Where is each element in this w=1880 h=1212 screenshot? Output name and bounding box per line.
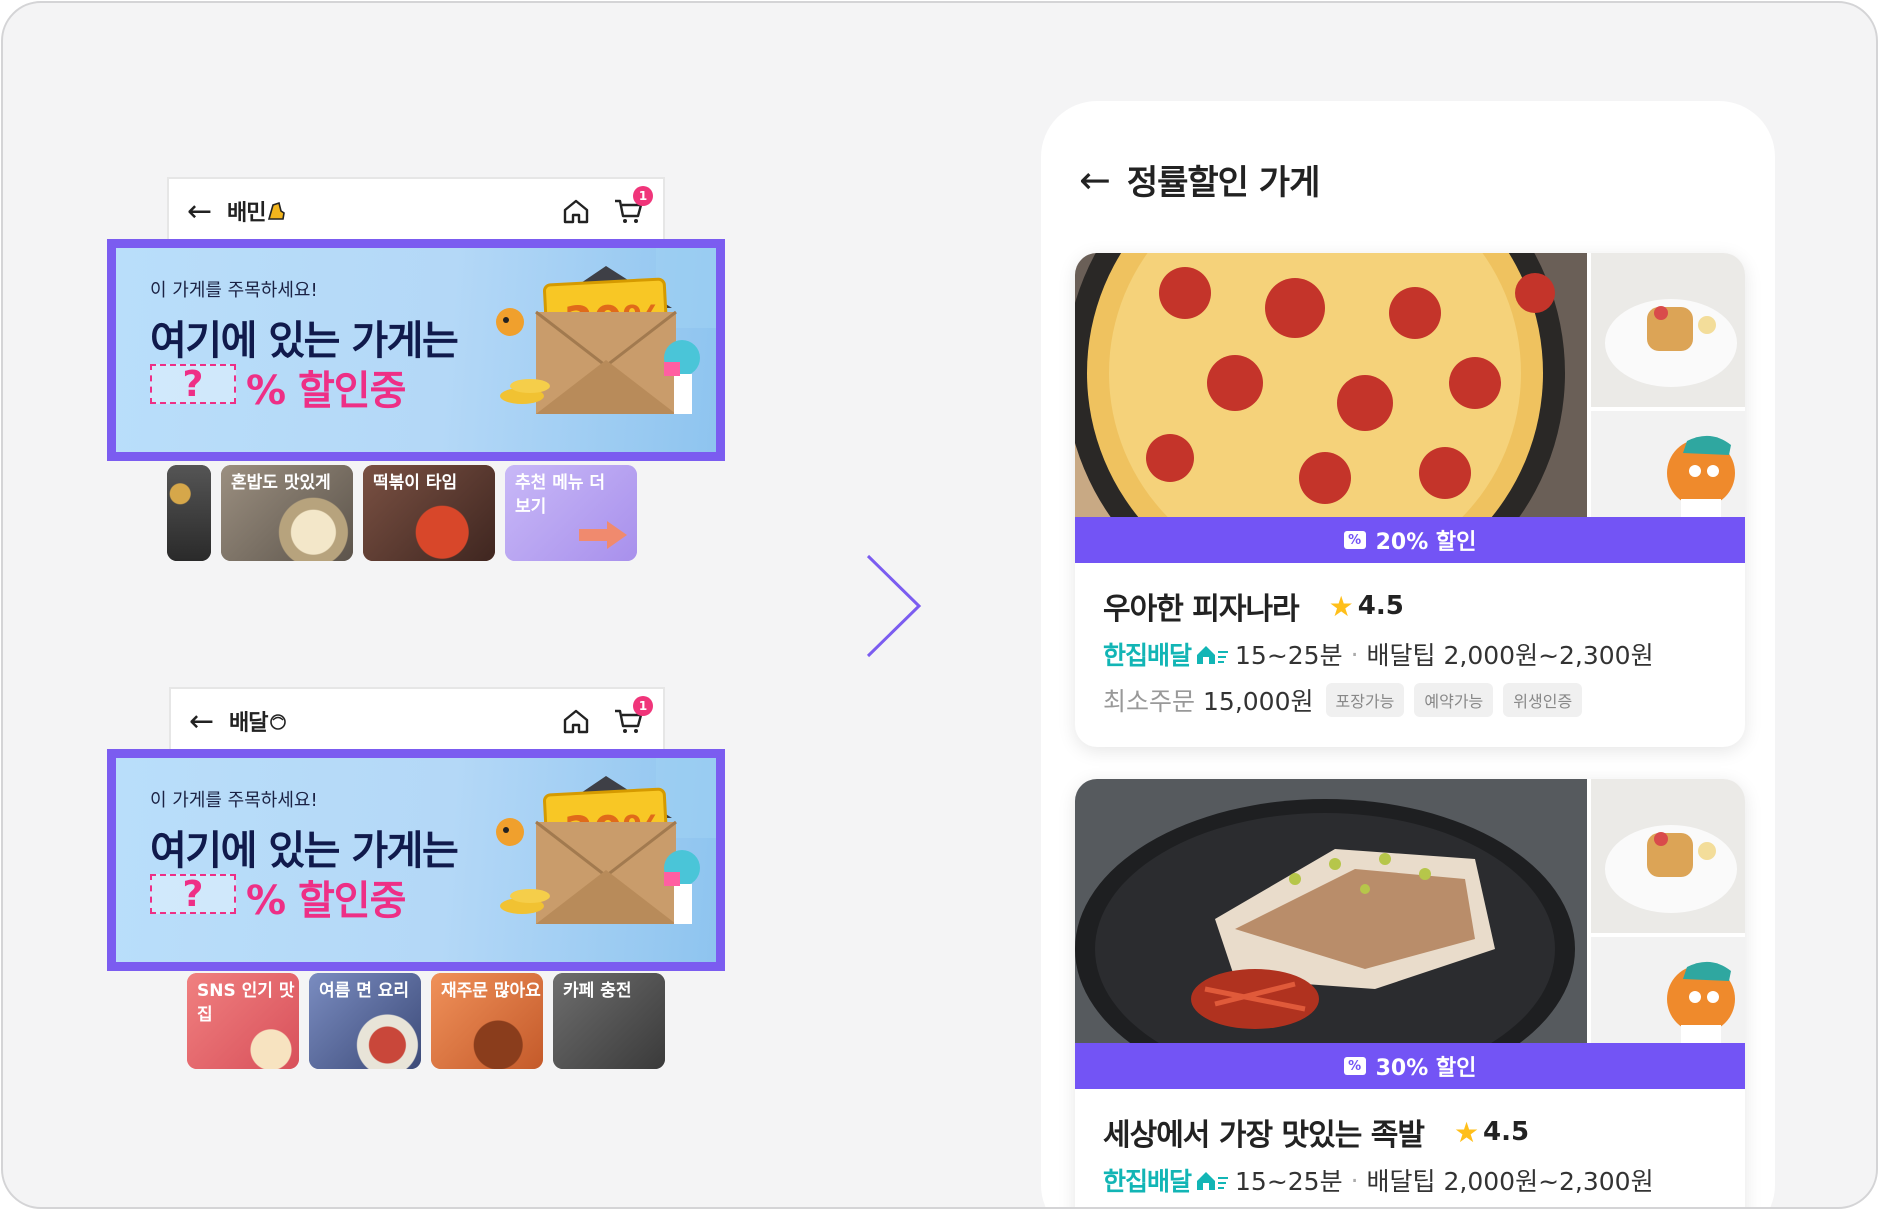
star-icon: ★ [1453, 1115, 1480, 1149]
banner-kicker: 이 가게를 주목하세요! [150, 280, 318, 301]
store-name: 우아한 피자나라 [1103, 592, 1300, 627]
banner-percent-text: % 할인중 [246, 878, 406, 924]
delivery-tip: 배달팁 2,000원~2,300원 [1366, 641, 1654, 670]
chevron-right-icon [866, 554, 922, 658]
house-speed-icon [1197, 646, 1229, 664]
banner-percent-text: % 할인중 [246, 368, 406, 414]
helmet-icon [268, 201, 286, 220]
category-chip[interactable]: 여름 면 요리 [309, 973, 421, 1069]
back-arrow-icon[interactable]: ← [1079, 158, 1111, 202]
mini-header-2: ← 배달 1 [169, 687, 665, 753]
home-icon[interactable] [561, 196, 591, 226]
store-card[interactable]: 20% 할인 우아한 피자나라 ★ 4.5 한집배달 15~25분 · 배달팁 … [1075, 253, 1745, 747]
banner-kicker: 이 가게를 주목하세요! [150, 790, 318, 811]
page-header: ← 정률할인 가게 [1079, 155, 1321, 204]
store-photos [1075, 779, 1745, 1043]
category-chip[interactable] [167, 465, 211, 561]
mini-header-1: ← 배민 1 [167, 177, 665, 243]
tag-pill: 위생인증 [1503, 683, 1583, 717]
mascot-photo [1591, 411, 1745, 517]
delivery-tip: 배달팁 2,000원~2,300원 [1366, 1167, 1654, 1196]
separator: · [1350, 1165, 1359, 1195]
min-order-value: 15,000원 [1203, 687, 1314, 716]
cart-badge: 1 [633, 696, 653, 716]
store-info: 세상에서 가장 맛있는 족발 ★ 4.5 한집배달 15~25분 · 배달팁 2… [1075, 1089, 1745, 1203]
mascot-photo [1591, 937, 1745, 1043]
pizza-photo [1075, 253, 1587, 517]
phone-screen: ← 정률할인 가게 % 20% 할인 우아한 피자나라 ★ 4.5 한집배달 1… [1041, 101, 1775, 1207]
tag-pill: 포장가능 [1325, 683, 1405, 717]
category-chip[interactable]: 혼밥도 맛있게 [221, 465, 353, 561]
delivery-time: 15~25분 [1235, 641, 1343, 670]
delivery-type: 한집배달 [1103, 1167, 1192, 1196]
arrow-right-icon [579, 521, 627, 549]
house-speed-icon [1197, 1172, 1229, 1190]
envelope-coupon-illustration: 20% [496, 758, 716, 924]
star-icon: ★ [1328, 589, 1354, 623]
discount-text: 20% 할인 [1375, 530, 1477, 555]
cart-button[interactable]: 1 [613, 186, 653, 226]
discount-text: 30% 할인 [1375, 1056, 1477, 1081]
category-chip[interactable]: 카페 충전 [553, 973, 665, 1069]
question-box: ? [150, 874, 236, 915]
envelope-coupon-illustration: 20% [496, 248, 716, 414]
promo-banner-1[interactable]: 이 가게를 주목하세요! 여기에 있는 가게는 ? % 할인중 20% [107, 239, 725, 461]
canvas: ← 배민 1 이 가게를 주목하세요! 여기에 있는 가게는 ? % 할인중 2… [1, 1, 1878, 1209]
page-title: 정률할인 가게 [1126, 163, 1321, 203]
brand-logo: 배달 [229, 711, 268, 736]
discount-bar: 30% 할인 [1075, 1043, 1745, 1089]
store-info: 우아한 피자나라 ★ 4.5 한집배달 15~25분 · 배달팁 2,000원~… [1075, 563, 1745, 723]
tag-pill: 예약가능 [1414, 683, 1494, 717]
category-chip[interactable]: SNS 인기 맛집 [187, 973, 299, 1069]
discount-bar: 20% 할인 [1075, 517, 1745, 563]
question-box: ? [150, 364, 236, 405]
banner-body: 이 가게를 주목하세요! 여기에 있는 가게는 ? % 할인중 20% [116, 758, 716, 962]
home-icon[interactable] [561, 706, 591, 736]
scone-photo [1591, 779, 1745, 933]
category-chips-2: SNS 인기 맛집 여름 면 요리 재주문 많아요 카페 충전 [187, 973, 665, 1069]
delivery-time: 15~25분 [1235, 1167, 1343, 1196]
coupon-icon [1343, 1057, 1366, 1075]
store-rating: 4.5 [1357, 591, 1404, 621]
bowl-icon [270, 714, 287, 730]
store-card[interactable]: 30% 할인 세상에서 가장 맛있는 족발 ★ 4.5 한집배달 15~25분 … [1075, 779, 1745, 1207]
promo-banner-2[interactable]: 이 가게를 주목하세요! 여기에 있는 가게는 ? % 할인중 20% [107, 749, 725, 971]
back-arrow-icon[interactable]: ← [187, 194, 221, 229]
store-rating: 4.5 [1483, 1117, 1530, 1147]
brand-logo: 배민 [227, 201, 266, 226]
cart-button[interactable]: 1 [613, 696, 653, 736]
category-chip[interactable]: 떡볶이 타임 [363, 465, 495, 561]
scone-photo [1591, 253, 1745, 407]
category-chip[interactable]: 추천 메뉴 더 보기 [505, 465, 637, 561]
jokbal-photo [1075, 779, 1587, 1043]
min-order-label: 최소주문 [1103, 687, 1196, 716]
coupon-icon [1343, 531, 1366, 549]
back-arrow-icon[interactable]: ← [189, 704, 223, 739]
separator: · [1350, 639, 1359, 669]
store-photos [1075, 253, 1745, 517]
cart-badge: 1 [633, 186, 653, 206]
category-chip[interactable]: 재주문 많아요 [431, 973, 543, 1069]
delivery-type: 한집배달 [1103, 641, 1192, 670]
store-name: 세상에서 가장 맛있는 족발 [1103, 1118, 1425, 1153]
category-chips-1: 혼밥도 맛있게 떡볶이 타임 추천 메뉴 더 보기 [167, 465, 667, 561]
banner-body: 이 가게를 주목하세요! 여기에 있는 가게는 ? % 할인중 20% [116, 248, 716, 452]
